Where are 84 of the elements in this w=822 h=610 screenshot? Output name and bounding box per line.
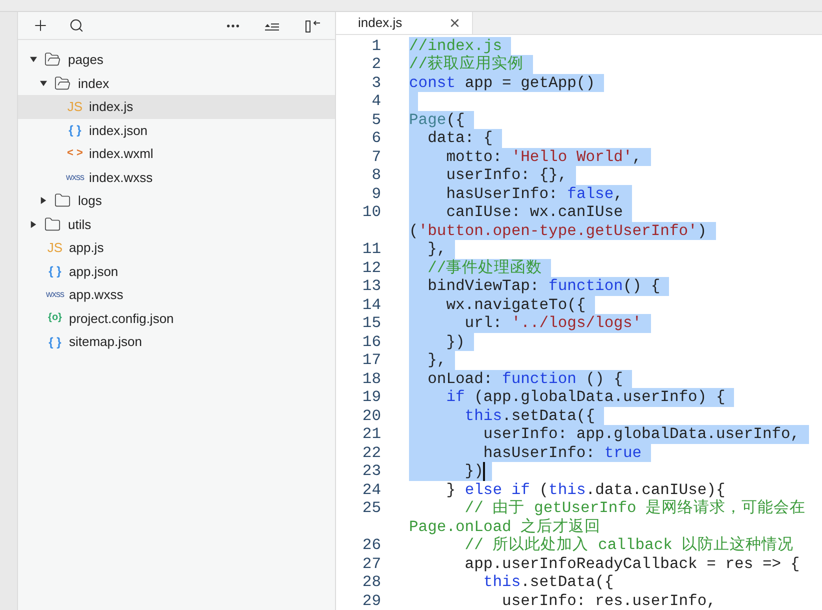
caret-down-icon bbox=[30, 56, 40, 64]
file-name: logs bbox=[78, 192, 102, 210]
tab-label: index.js bbox=[358, 14, 402, 32]
editor-tab[interactable]: index.js × bbox=[336, 12, 473, 34]
file-name: index.json bbox=[89, 122, 148, 140]
code-line: this.setData({ bbox=[482, 573, 615, 592]
file-type-icon: wxss bbox=[44, 290, 66, 300]
code-line: } else if (this.data.canIUse){ bbox=[445, 480, 726, 499]
code-line: Page.onLoad 之后才返回 bbox=[409, 518, 602, 536]
line-number: 24 bbox=[361, 480, 381, 499]
line-number: 13 bbox=[361, 277, 381, 296]
line-number: 28 bbox=[361, 573, 381, 592]
folder-open-icon bbox=[54, 74, 71, 92]
code-line: // 所以此处加入 callback 以防止这种情况 bbox=[464, 536, 795, 554]
file-item[interactable]: { } app.json bbox=[18, 260, 335, 283]
line-number: 7 bbox=[370, 148, 381, 166]
line-number: 19 bbox=[361, 388, 381, 406]
file-type-icon: JS bbox=[44, 241, 66, 254]
file-type-icon: wxss bbox=[64, 172, 86, 182]
file-name: project.config.json bbox=[69, 310, 174, 328]
line-number: 9 bbox=[370, 184, 381, 203]
file-item[interactable]: wxss app.wxss bbox=[18, 283, 335, 306]
file-name: utils bbox=[68, 216, 92, 234]
folder-item[interactable]: pages bbox=[18, 48, 335, 72]
file-item[interactable]: { } index.json bbox=[18, 118, 335, 142]
file-item[interactable]: { } sitemap.json bbox=[18, 330, 335, 354]
file-type-icon: JS bbox=[64, 100, 86, 114]
folder-open-icon bbox=[44, 51, 61, 68]
file-type-icon: { } bbox=[64, 124, 86, 136]
folder-item[interactable]: utils bbox=[18, 212, 335, 236]
file-item[interactable]: JS app.js bbox=[18, 236, 335, 260]
folder-item[interactable]: logs bbox=[18, 189, 335, 212]
line-number: 26 bbox=[361, 536, 381, 554]
code-line: app.userInfoReadyCallback = res => { bbox=[464, 554, 801, 573]
line-number: 27 bbox=[361, 554, 381, 573]
file-item[interactable]: < > index.wxml bbox=[18, 142, 335, 166]
folder-icon bbox=[54, 192, 71, 210]
code-line: // 由于 getUserInfo 是网络请求，可能会在 bbox=[464, 499, 807, 518]
add-icon[interactable] bbox=[32, 17, 49, 34]
file-type-icon: { } bbox=[44, 336, 66, 348]
line-number: 10 bbox=[361, 203, 381, 222]
line-number: 25 bbox=[361, 499, 381, 518]
line-number: 23 bbox=[361, 462, 381, 480]
file-name: index.wxml bbox=[89, 145, 154, 163]
line-number: 6 bbox=[370, 129, 381, 148]
line-number: 12 bbox=[361, 258, 381, 277]
line-number: 5 bbox=[370, 110, 381, 129]
file-name: app.json bbox=[69, 262, 118, 281]
folder-icon bbox=[44, 216, 61, 233]
line-number: 3 bbox=[370, 74, 381, 92]
search-icon[interactable] bbox=[69, 18, 84, 33]
line-number: 21 bbox=[361, 425, 381, 444]
file-type-icon: { } bbox=[44, 265, 66, 278]
file-name: index.js bbox=[89, 98, 134, 116]
line-number: 11 bbox=[361, 240, 381, 258]
file-item[interactable]: {o} project.config.json bbox=[18, 306, 335, 330]
file-type-icon: {o} bbox=[44, 313, 66, 324]
file-name: index bbox=[78, 74, 110, 92]
file-name: app.wxss bbox=[69, 286, 124, 304]
line-number: 29 bbox=[361, 592, 381, 610]
line-number: 22 bbox=[361, 444, 381, 462]
line-number: 2 bbox=[370, 55, 381, 74]
file-item[interactable]: wxss index.wxss bbox=[18, 166, 335, 189]
file-item[interactable]: JS index.js bbox=[18, 95, 335, 118]
line-number: 17 bbox=[361, 351, 381, 370]
file-name: pages bbox=[68, 51, 104, 69]
close-icon[interactable]: × bbox=[449, 14, 460, 32]
collapse-panel-icon[interactable] bbox=[305, 18, 321, 32]
sort-list-icon[interactable] bbox=[265, 20, 279, 30]
caret-down-icon bbox=[40, 80, 50, 87]
line-number: 20 bbox=[361, 406, 381, 425]
file-name: index.wxss bbox=[89, 168, 153, 186]
line-number: 14 bbox=[361, 296, 381, 314]
file-name: sitemap.json bbox=[69, 333, 142, 351]
folder-item[interactable]: index bbox=[18, 72, 335, 95]
line-number: 15 bbox=[361, 314, 381, 332]
line-number: 18 bbox=[361, 370, 381, 388]
line-number: 1 bbox=[370, 36, 381, 55]
line-number: 8 bbox=[370, 166, 381, 184]
file-name: app.js bbox=[69, 239, 104, 257]
line-number: 16 bbox=[361, 332, 381, 351]
file-type-icon: < > bbox=[64, 148, 86, 160]
line-number: 4 bbox=[370, 92, 381, 110]
code-line: userInfo: res.userInfo, bbox=[501, 592, 717, 610]
